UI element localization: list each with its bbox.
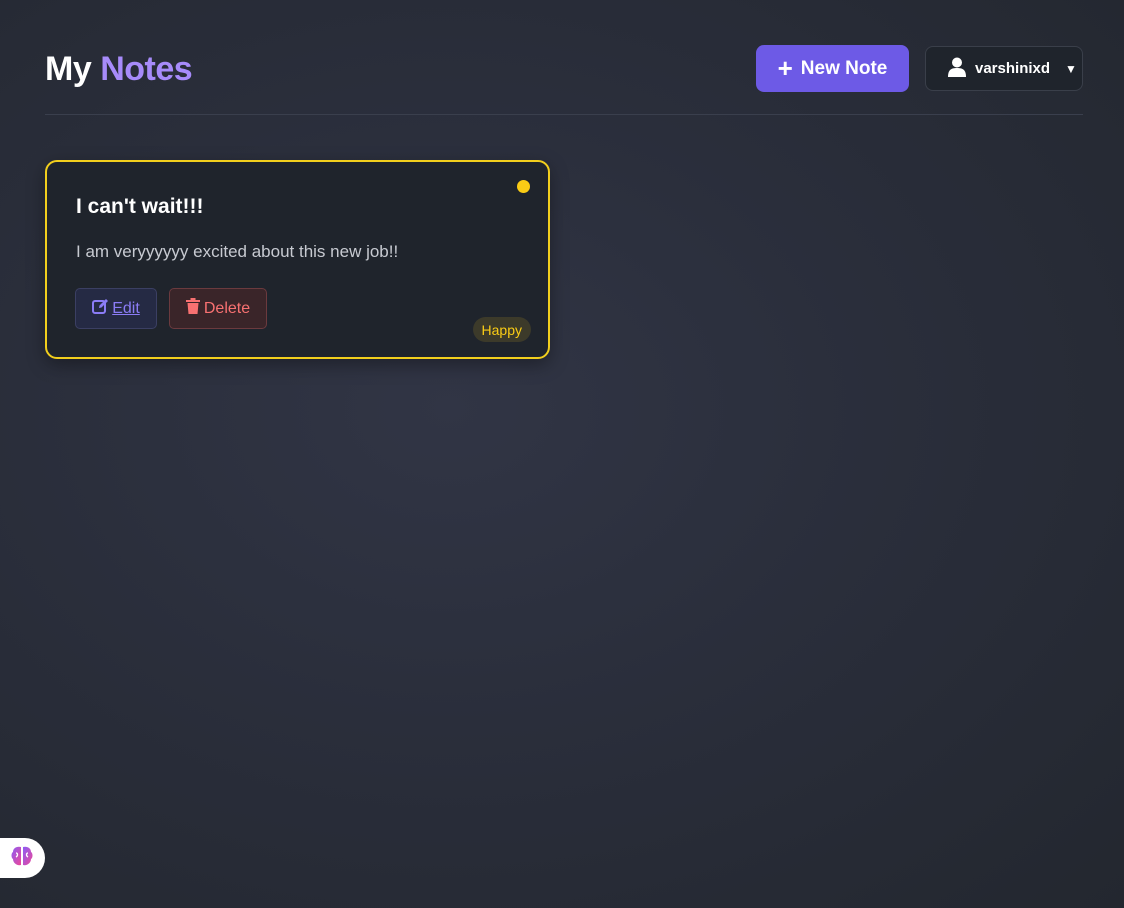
delete-label: Delete <box>203 299 251 317</box>
new-note-button[interactable]: + New Note <box>756 45 909 92</box>
header: My Notes + New Note varshinixd ▼ <box>45 40 1083 115</box>
user-menu-button[interactable]: varshinixd ▼ <box>925 46 1083 91</box>
trash-icon <box>185 298 200 319</box>
delete-button[interactable]: Delete <box>169 288 267 329</box>
edit-button[interactable]: Edit <box>75 288 157 329</box>
edit-label: Edit <box>112 299 140 317</box>
page-title-part2: Notes <box>100 50 193 88</box>
username: varshinixd <box>975 60 1051 77</box>
mood-indicator-dot <box>517 180 530 193</box>
new-note-label: New Note <box>800 57 888 79</box>
brain-assistant-button[interactable] <box>0 838 45 878</box>
plus-icon: + <box>777 52 793 83</box>
mood-badge: Happy <box>472 317 531 342</box>
user-icon <box>948 57 966 81</box>
chevron-down-icon: ▼ <box>1065 61 1077 76</box>
note-title: I can't wait!!! <box>76 195 204 218</box>
page-title: My Notes <box>45 50 193 89</box>
edit-icon <box>92 298 109 319</box>
brain-icon <box>10 845 34 872</box>
note-body: I am veryyyyyy excited about this new jo… <box>76 242 399 261</box>
note-card: I can't wait!!! I am veryyyyyy excited a… <box>45 160 550 359</box>
page-title-part1: My <box>45 50 92 88</box>
